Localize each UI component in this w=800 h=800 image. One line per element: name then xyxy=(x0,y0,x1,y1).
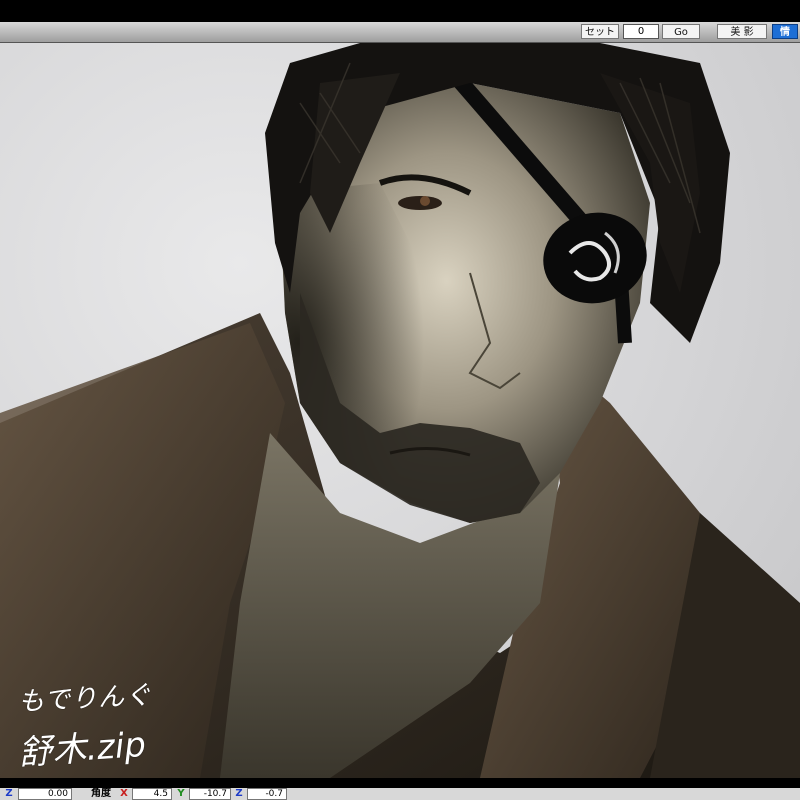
eye xyxy=(398,196,442,210)
status-bar: Z 0.00 角度 X 4.5 Y -10.7 Z -0.7 xyxy=(0,778,800,800)
angle-y-field[interactable]: -10.7 xyxy=(189,788,231,800)
toolbar: セット 0 Go 美 影 情 xyxy=(0,22,800,43)
title-bar xyxy=(0,0,800,22)
z-value-field[interactable]: 0.00 xyxy=(18,788,72,800)
beauty-shadow-button[interactable]: 美 影 xyxy=(717,24,767,39)
angle-x-field[interactable]: 4.5 xyxy=(132,788,172,800)
go-button[interactable]: Go xyxy=(662,24,700,39)
z2-label: Z xyxy=(235,788,243,799)
z-label: Z xyxy=(5,788,13,799)
character-render xyxy=(0,43,800,778)
y-label: Y xyxy=(177,788,185,799)
x-label: X xyxy=(120,788,128,799)
info-button[interactable]: 情 xyxy=(772,24,798,39)
frame-input[interactable]: 0 xyxy=(623,24,659,39)
signature-line1: もでりんぐ xyxy=(17,680,153,718)
angle-label: 角度 xyxy=(91,788,111,799)
set-button[interactable]: セット xyxy=(581,24,619,39)
signature-line2: 舒木.zip xyxy=(17,724,148,774)
angle-z-field[interactable]: -0.7 xyxy=(247,788,287,800)
3d-viewport[interactable]: もでりんぐ 舒木.zip xyxy=(0,43,800,778)
artist-signature: もでりんぐ 舒木.zip xyxy=(17,678,153,774)
